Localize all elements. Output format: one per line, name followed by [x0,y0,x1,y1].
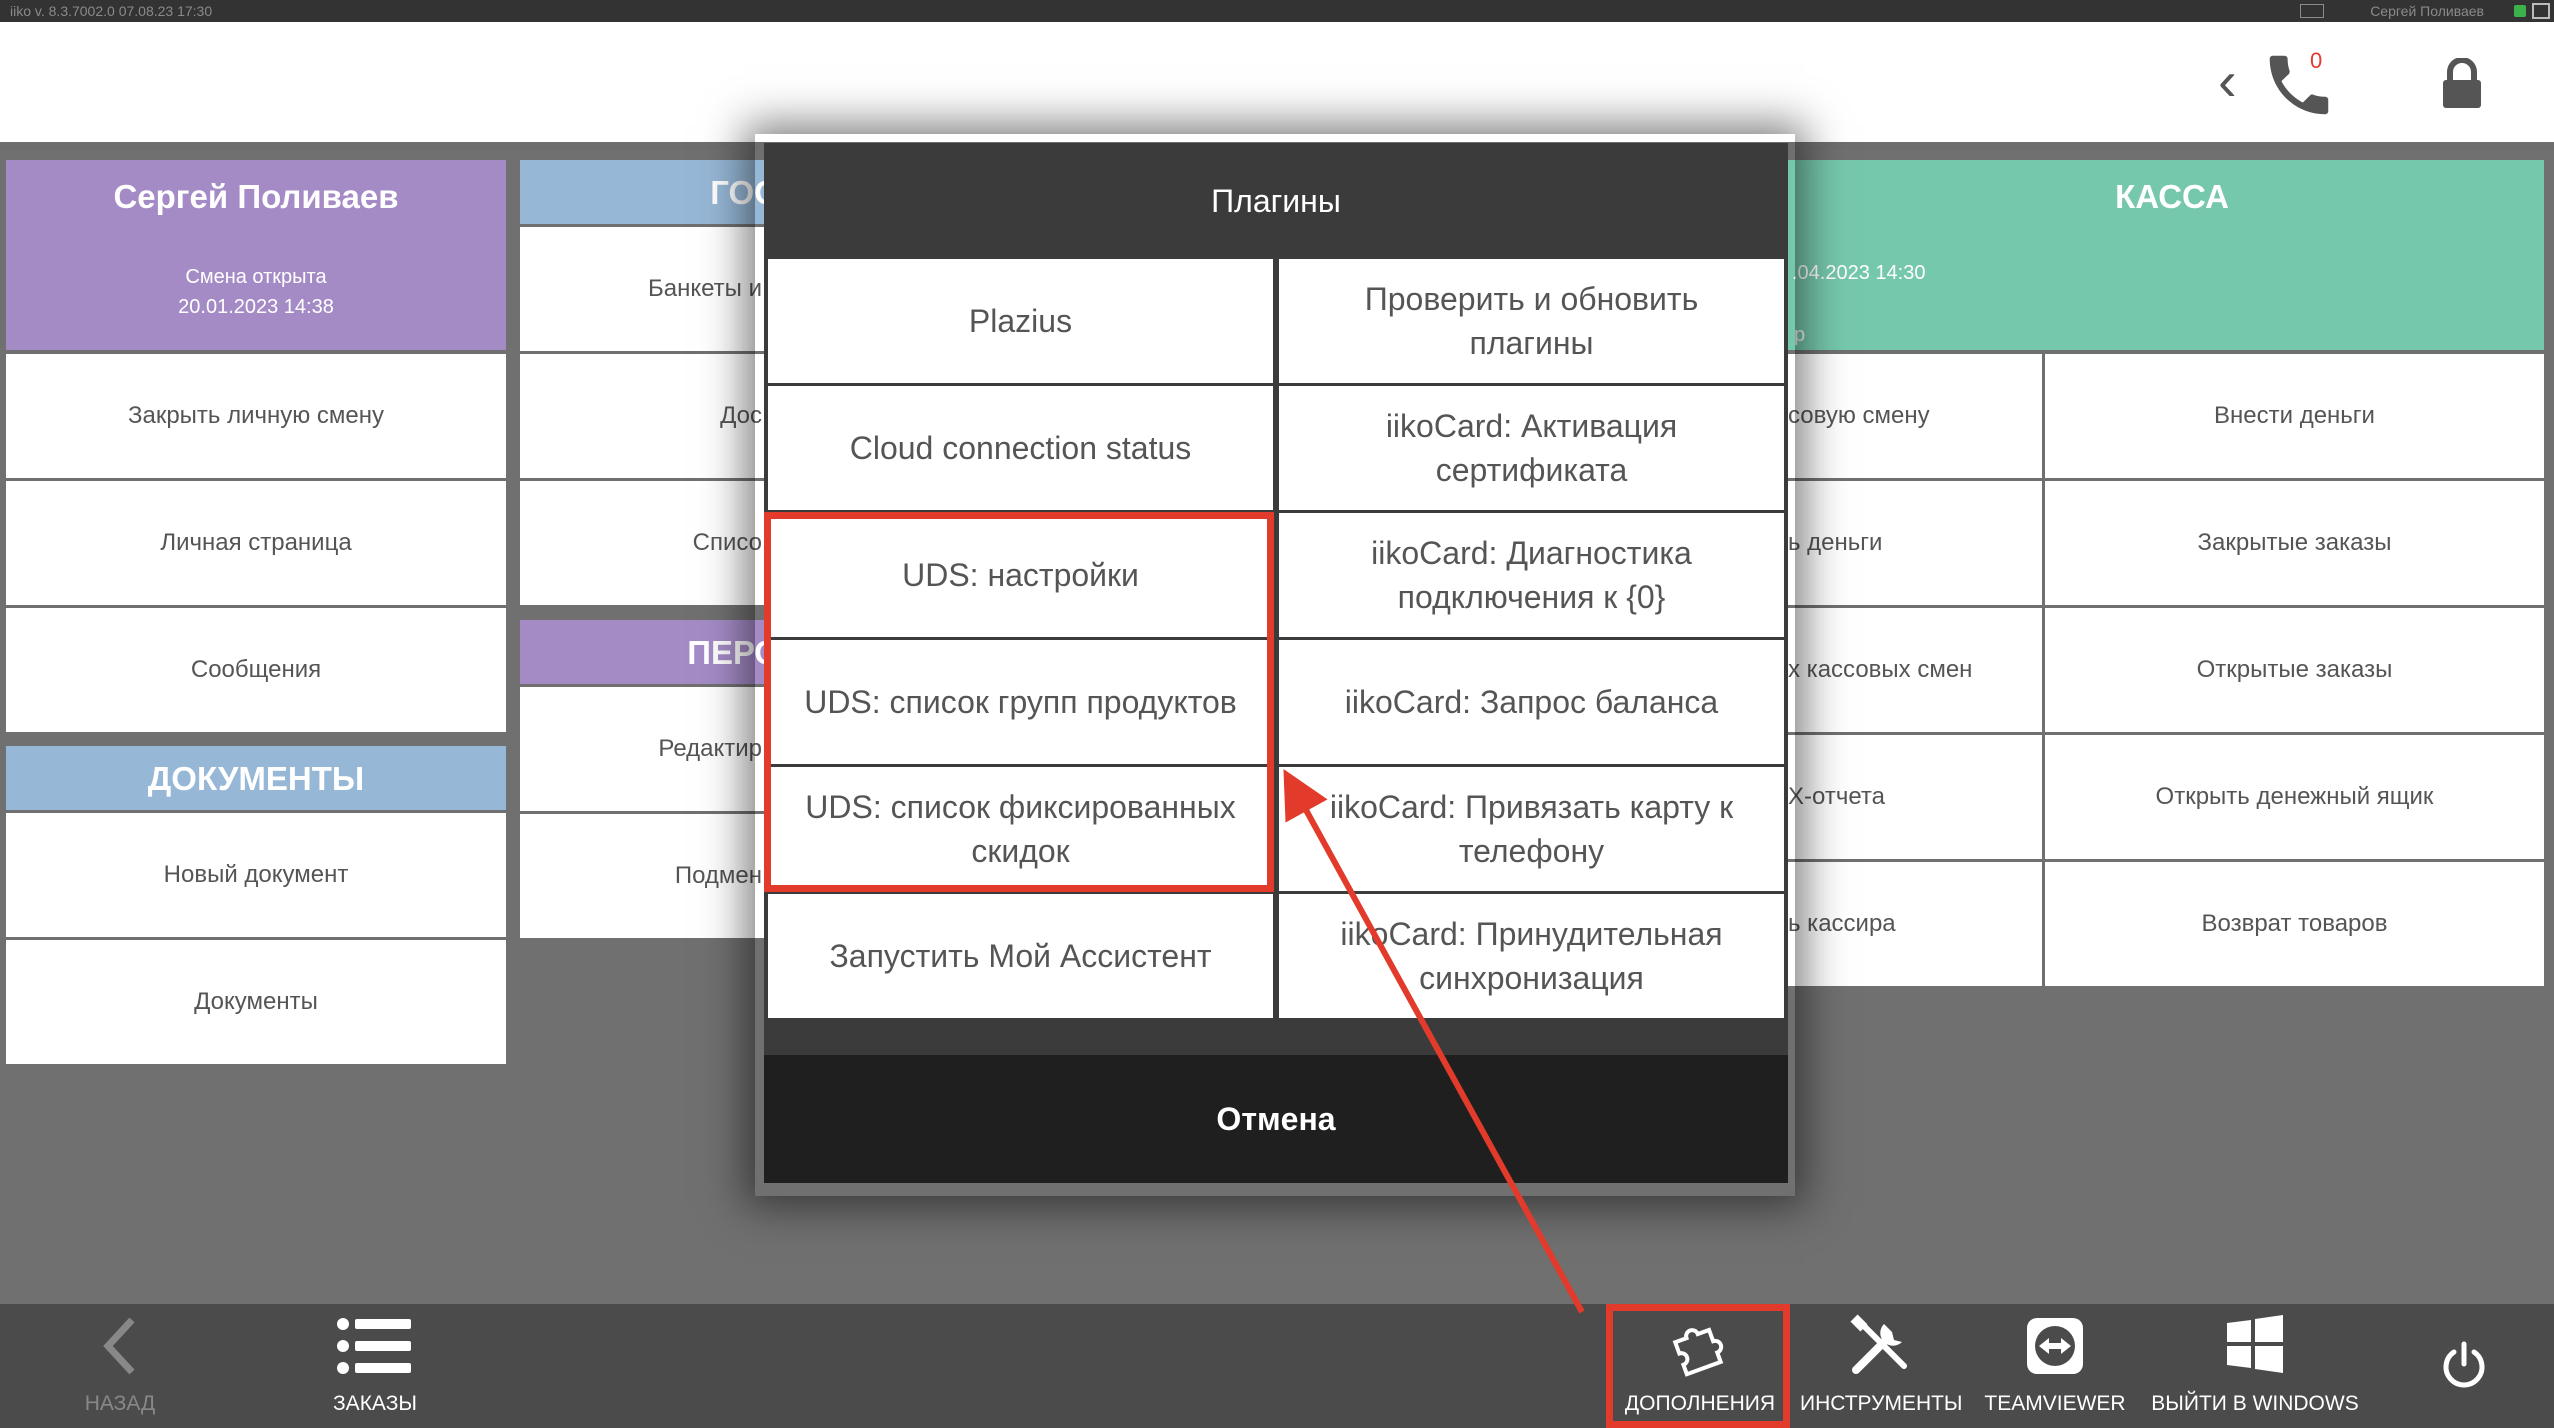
annotation-arrow [1283,768,1585,1314]
